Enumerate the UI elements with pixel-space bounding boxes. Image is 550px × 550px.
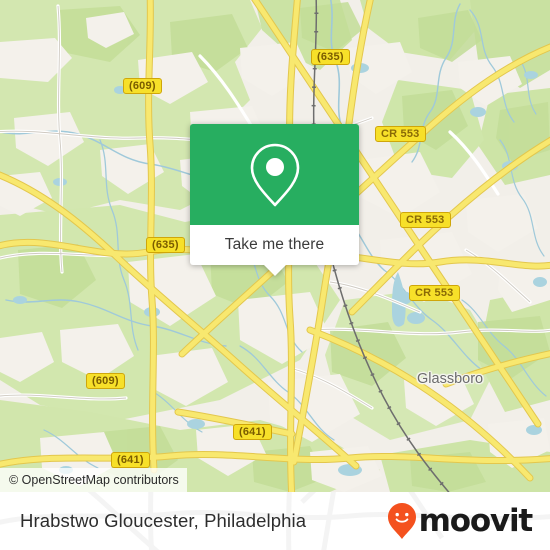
moovit-wordmark: moovit: [418, 502, 534, 539]
road-shield: (609): [123, 78, 162, 94]
road-shield: (635): [146, 237, 185, 253]
take-me-there-button[interactable]: Take me there: [190, 225, 359, 276]
osm-attribution[interactable]: © OpenStreetMap contributors: [0, 468, 187, 492]
road-shield: CR 553: [409, 285, 460, 301]
moovit-pin-smile-icon: [387, 503, 416, 539]
road-shield: CR 553: [375, 126, 426, 142]
map-screenshot: (635) (609) CR 553 CR 553 (635) CR 553 (…: [0, 0, 550, 550]
road-shield: (641): [111, 452, 150, 468]
popup-tail: [263, 265, 286, 276]
road-shield: (609): [86, 373, 125, 389]
take-me-there-label: Take me there: [224, 236, 325, 253]
road-shield: (635): [311, 49, 350, 65]
map-canvas[interactable]: (635) (609) CR 553 CR 553 (635) CR 553 (…: [0, 0, 550, 492]
location-popup-card[interactable]: Take me there: [190, 124, 359, 276]
popup-image-area: [190, 124, 359, 225]
road-shield: CR 553: [400, 212, 451, 228]
page-title: Hrabstwo Gloucester, Philadelphia: [20, 510, 307, 531]
road-shield: (641): [233, 424, 272, 440]
moovit-logo[interactable]: moovit: [387, 502, 534, 540]
bottom-info-bar: Hrabstwo Gloucester, Philadelphia moovit: [0, 492, 550, 550]
place-label-glassboro: Glassboro: [417, 371, 484, 387]
map-pin-icon: [250, 143, 299, 206]
